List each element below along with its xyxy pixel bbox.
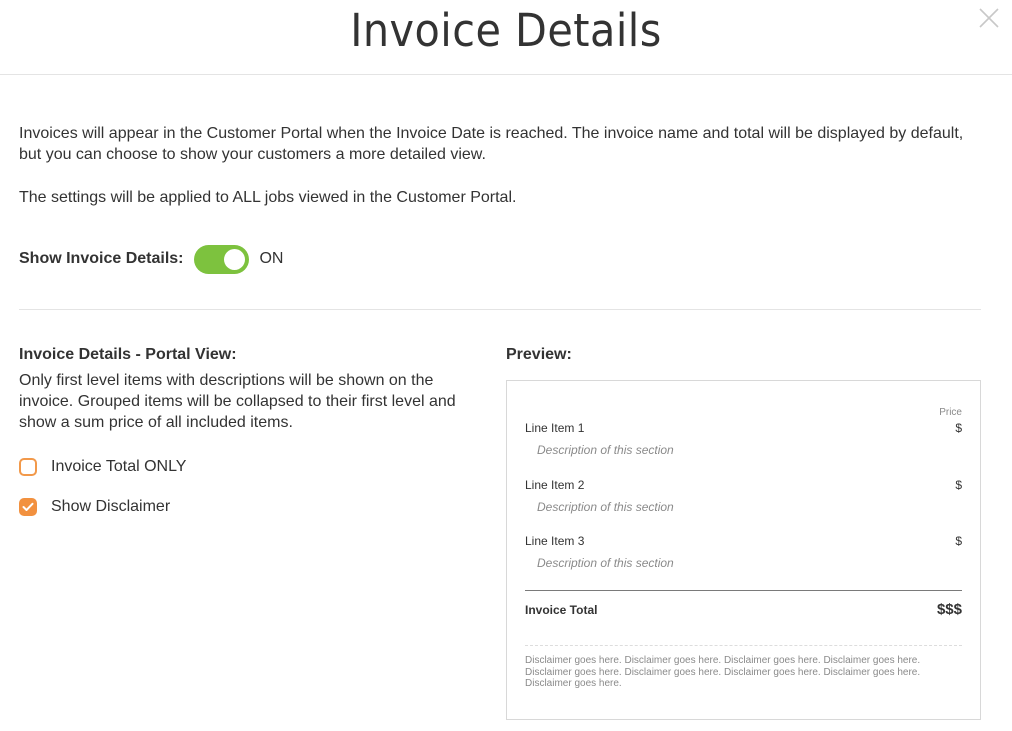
total-divider: [525, 590, 962, 591]
preview-line-item: Line Item 2 Description of this section …: [525, 478, 962, 518]
show-invoice-details-row: Show Invoice Details: ON: [19, 244, 283, 274]
show-invoice-details-toggle[interactable]: [194, 244, 250, 274]
line-item-description: Description of this section: [537, 556, 674, 570]
invoice-total-label: Invoice Total: [525, 603, 598, 617]
preview-heading: Preview:: [506, 346, 572, 363]
disclaimer-divider: [525, 645, 962, 646]
settings-note: The settings will be applied to ALL jobs…: [19, 189, 517, 206]
preview-line-item: Line Item 3 Description of this section …: [525, 534, 962, 574]
checkbox-label: Show Disclaimer: [51, 498, 171, 515]
toggle-label: Show Invoice Details:: [19, 250, 184, 267]
line-item-description: Description of this section: [537, 443, 674, 457]
disclaimer-text: Disclaimer goes here. Disclaimer goes he…: [525, 655, 921, 689]
invoice-total-value: $$$: [936, 601, 962, 618]
toggle-knob: [224, 248, 246, 270]
price-column-header: Price: [939, 407, 962, 418]
modal-header: Invoice Details: [0, 0, 1012, 75]
modal-title: Invoice Details: [350, 4, 662, 57]
show-disclaimer-option[interactable]: Show Disclaimer: [19, 495, 499, 519]
invoice-total-only-checkbox[interactable]: [19, 458, 37, 476]
line-item-name: Line Item 2: [525, 478, 585, 492]
invoice-total-only-option[interactable]: Invoice Total ONLY: [19, 455, 499, 479]
line-item-price: $: [955, 478, 962, 492]
show-disclaimer-checkbox[interactable]: [19, 498, 37, 516]
portal-view-section: Invoice Details - Portal View: Only firs…: [19, 344, 499, 519]
invoice-preview: Price Line Item 1 Description of this se…: [506, 380, 981, 720]
invoice-details-modal: Invoice Details Invoices will appear in …: [0, 0, 1012, 731]
line-item-name: Line Item 3: [525, 534, 585, 548]
line-item-description: Description of this section: [537, 500, 674, 514]
line-item-price: $: [955, 534, 962, 548]
line-item-name: Line Item 1: [525, 421, 585, 435]
section-divider: [19, 309, 981, 310]
portal-view-heading: Invoice Details - Portal View:: [19, 346, 237, 363]
checkmark-icon: [22, 502, 34, 511]
preview-line-item: Line Item 1 Description of this section …: [525, 421, 962, 461]
line-item-price: $: [955, 421, 962, 435]
checkbox-label: Invoice Total ONLY: [51, 458, 187, 475]
close-icon[interactable]: [978, 7, 1000, 29]
portal-view-description: Only first level items with descriptions…: [19, 372, 456, 431]
toggle-state: ON: [259, 250, 284, 267]
intro-text: Invoices will appear in the Customer Por…: [19, 125, 964, 163]
